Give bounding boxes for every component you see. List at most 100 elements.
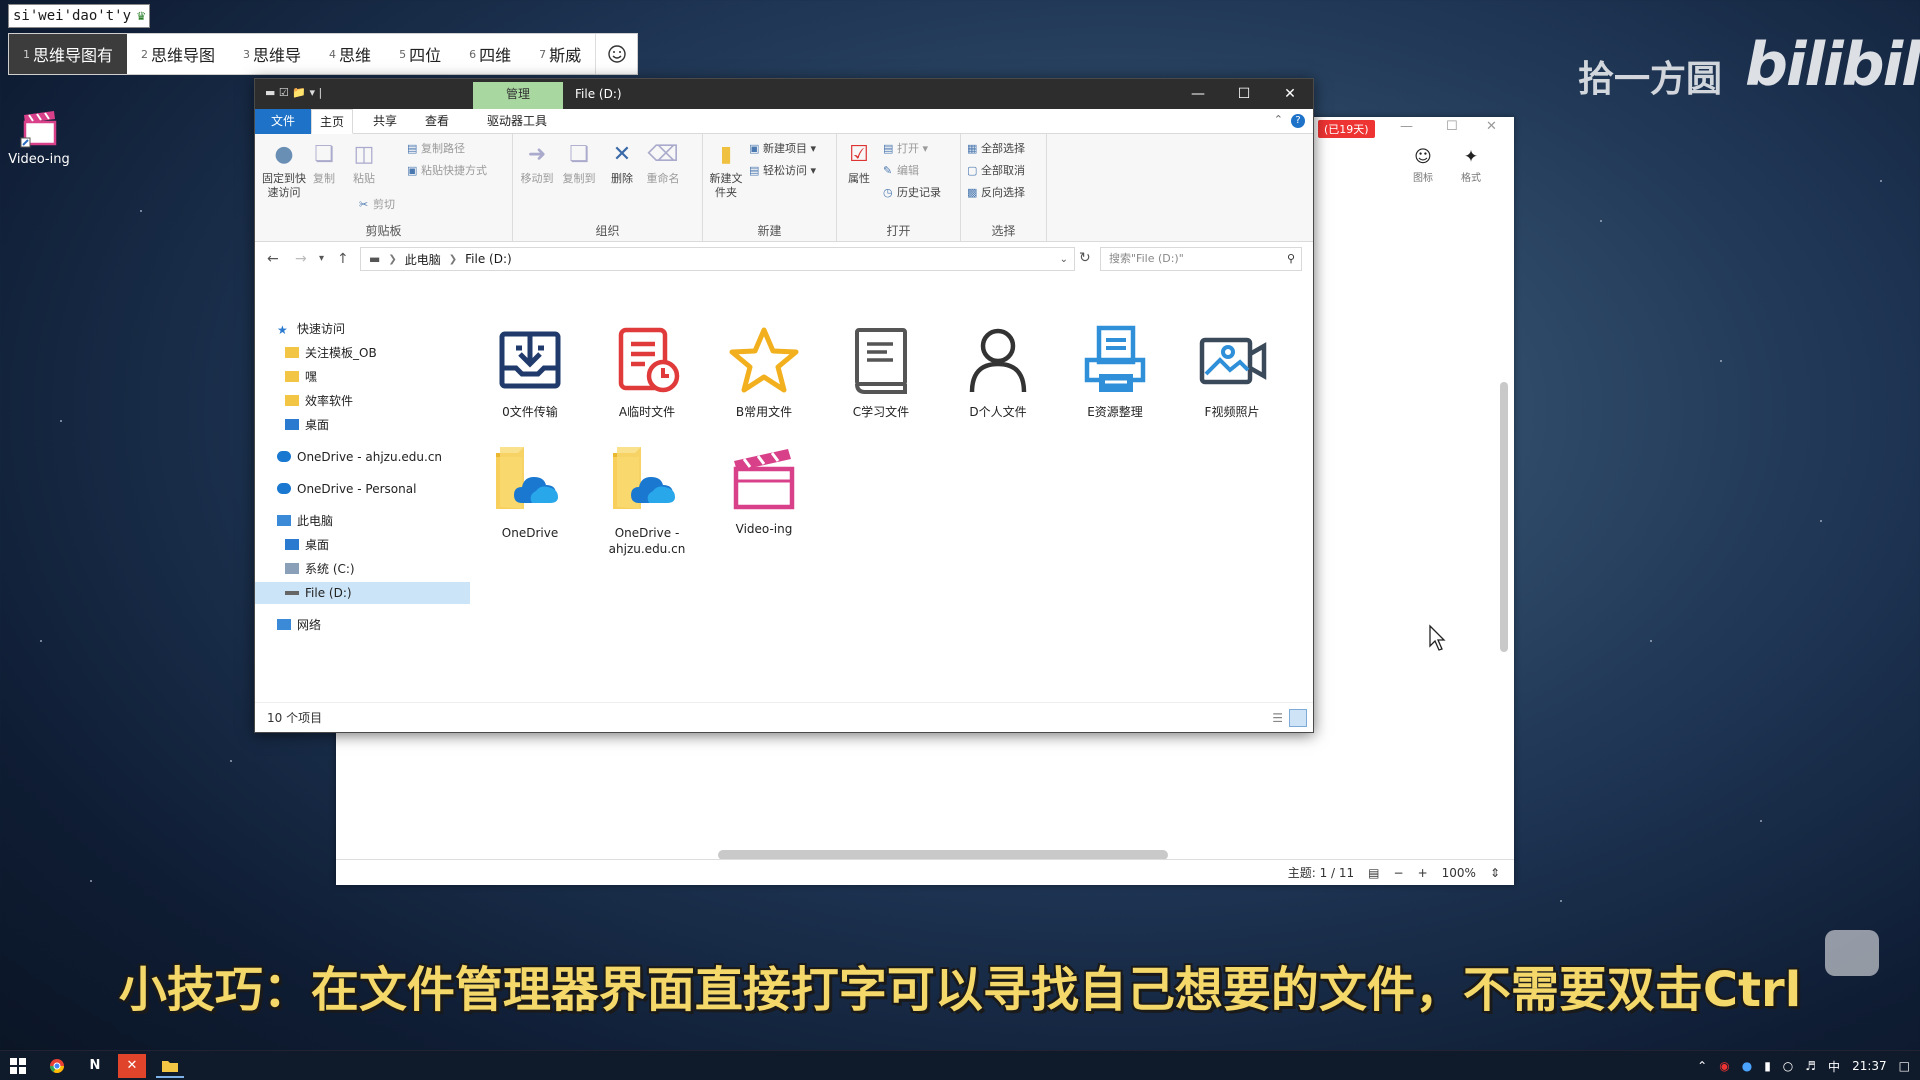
nav-desktop[interactable]: 桌面 xyxy=(285,414,329,436)
nav-drive-c[interactable]: 系统 (C:) xyxy=(285,558,355,580)
nav-drive-d[interactable]: File (D:) xyxy=(255,582,470,604)
nav-network[interactable]: 网络 xyxy=(277,614,321,636)
folder-item[interactable]: F视频照片 xyxy=(1177,324,1287,420)
copy-path-button[interactable]: ▤ 复制路径 xyxy=(407,140,465,158)
tab-home[interactable]: 主页 xyxy=(311,109,354,134)
windows-start-icon[interactable] xyxy=(6,1054,30,1078)
nav-folder[interactable]: 关注模板_OB xyxy=(285,342,377,364)
paste-shortcut-button[interactable]: ▣ 粘贴快捷方式 xyxy=(407,162,487,180)
nav-onedrive-edu[interactable]: OneDrive - ahjzu.edu.cn xyxy=(277,446,442,468)
search-box[interactable]: 搜索"File (D:)" ⚲ xyxy=(1100,247,1302,271)
select-none-button[interactable]: ▢ 全部取消 xyxy=(967,162,1025,180)
tab-manage[interactable]: 管理 xyxy=(473,82,563,109)
paste-button[interactable]: ◫ 粘贴 xyxy=(347,140,381,186)
ime-candidate[interactable]: 1 思维导图有 xyxy=(9,34,128,74)
close-button[interactable]: ✕ xyxy=(1267,79,1313,109)
rename-button[interactable]: ⌫ 重命名 xyxy=(643,140,683,186)
folder-item[interactable]: B常用文件 xyxy=(709,324,819,420)
nav-folder[interactable]: 效率软件 xyxy=(285,390,353,412)
new-folder-button[interactable]: ▮ 新建文件夹 xyxy=(707,140,745,200)
breadcrumb-drive[interactable]: File (D:) xyxy=(465,252,512,266)
bg-minimize-button[interactable]: — xyxy=(1400,119,1413,134)
bg-tool-icon[interactable]: ☺ 图标 xyxy=(1400,147,1446,184)
copy-button[interactable]: ❏ 复制 xyxy=(307,140,341,186)
record-icon[interactable]: ◉ xyxy=(1719,1059,1729,1073)
nav-onedrive-personal[interactable]: OneDrive - Personal xyxy=(277,478,416,500)
ime-candidate[interactable]: 4 思维 xyxy=(315,34,385,74)
help-icon[interactable]: ? xyxy=(1291,114,1305,128)
map-icon[interactable]: ▤ xyxy=(1368,866,1379,880)
notification-icon[interactable]: □ xyxy=(1899,1059,1910,1073)
ime-candidate[interactable]: 2 思维导图 xyxy=(127,34,229,74)
desktop-shortcut-video-ing[interactable]: Video-ing xyxy=(8,110,70,167)
folder-item[interactable]: OneDrive xyxy=(475,441,585,541)
history-button[interactable]: ◷ 历史记录 xyxy=(883,184,941,202)
folder-item[interactable]: C学习文件 xyxy=(826,324,936,420)
up-icon[interactable]: ↑ xyxy=(337,251,349,267)
large-icons-view-icon[interactable] xyxy=(1289,709,1307,727)
zoom-in-button[interactable]: + xyxy=(1418,866,1428,880)
minimize-button[interactable]: — xyxy=(1175,79,1221,109)
easy-access-button[interactable]: ▤ 轻松访问 ▾ xyxy=(749,162,816,180)
address-bar[interactable]: ▬ ❯ 此电脑 ❯ File (D:) ⌄ xyxy=(360,247,1075,271)
zoom-stepper-icon[interactable]: ⇕ xyxy=(1490,866,1500,880)
quick-access-toolbar-icon[interactable]: ▬ ☑ 📁 ▾ | xyxy=(265,86,322,99)
copy-to-button[interactable]: ❏ 复制到 xyxy=(559,140,599,186)
cut-button[interactable]: ✂ 剪切 xyxy=(359,196,395,214)
chrome-icon[interactable] xyxy=(44,1054,70,1078)
collapse-ribbon-icon[interactable]: ⌃ xyxy=(1274,113,1283,126)
nav-this-pc[interactable]: 此电脑 xyxy=(277,510,333,532)
refresh-icon[interactable]: ↻ xyxy=(1079,250,1091,266)
ime-candidate[interactable]: 5 四位 xyxy=(385,34,455,74)
details-view-icon[interactable]: ☰ xyxy=(1272,703,1283,733)
delete-button[interactable]: ✕ 删除 xyxy=(605,140,639,186)
pin-quick-access-button[interactable]: ● 固定到快速访问 xyxy=(261,140,307,200)
folder-item[interactable]: 0文件传输 xyxy=(475,324,585,420)
tab-view[interactable]: 查看 xyxy=(417,109,457,134)
bg-vertical-scrollbar[interactable] xyxy=(1500,382,1508,652)
breadcrumb-this-pc[interactable]: 此电脑 xyxy=(405,251,441,268)
address-dropdown-icon[interactable]: ⌄ xyxy=(1060,254,1074,265)
open-button[interactable]: ▤ 打开 ▾ xyxy=(883,140,928,158)
recent-locations-icon[interactable]: ▾ xyxy=(319,253,324,264)
folder-item[interactable]: OneDrive - ahjzu.edu.cn xyxy=(592,441,702,557)
properties-button[interactable]: ☑ 属性 xyxy=(841,140,877,186)
wifi-icon[interactable]: ○ xyxy=(1783,1059,1793,1073)
bg-maximize-button[interactable]: ☐ xyxy=(1446,119,1458,134)
chevron-up-icon[interactable]: ⌃ xyxy=(1697,1059,1707,1073)
nav-quick-access[interactable]: ★ 快速访问 xyxy=(277,318,345,340)
edit-button[interactable]: ✎ 编辑 xyxy=(883,162,919,180)
bg-close-button[interactable]: ✕ xyxy=(1486,119,1497,134)
bluetooth-icon[interactable]: ● xyxy=(1742,1059,1752,1073)
invert-selection-button[interactable]: ▩ 反向选择 xyxy=(967,184,1025,202)
nav-folder[interactable]: 嘿 xyxy=(285,366,317,388)
folder-item[interactable]: E资源整理 xyxy=(1060,324,1170,420)
zoom-out-button[interactable]: − xyxy=(1394,866,1404,880)
nav-desktop[interactable]: 桌面 xyxy=(285,534,329,556)
new-item-button[interactable]: ▣ 新建项目 ▾ xyxy=(749,140,816,158)
folder-item[interactable]: Video-ing xyxy=(709,441,819,537)
select-all-button[interactable]: ▦ 全部选择 xyxy=(967,140,1025,158)
notion-icon[interactable]: N xyxy=(82,1054,108,1078)
battery-icon[interactable]: ▮ xyxy=(1764,1059,1771,1073)
tab-file[interactable]: 文件 xyxy=(255,109,311,134)
tab-share[interactable]: 共享 xyxy=(365,109,405,134)
folder-item[interactable]: A临时文件 xyxy=(592,324,702,420)
volume-icon[interactable]: ♬ xyxy=(1805,1059,1816,1073)
ime-candidate[interactable]: 7 斯威 xyxy=(525,34,595,74)
maximize-button[interactable]: ☐ xyxy=(1221,79,1267,109)
ime-mode[interactable]: 中 xyxy=(1828,1058,1840,1075)
tab-drive-tools[interactable]: 驱动器工具 xyxy=(479,109,555,134)
ime-candidate[interactable]: 6 四维 xyxy=(455,34,525,74)
xmind-icon[interactable]: ✕ xyxy=(118,1054,146,1078)
emoji-icon[interactable] xyxy=(595,34,637,74)
folder-item[interactable]: D个人文件 xyxy=(943,324,1053,420)
ime-candidate[interactable]: 3 思维导 xyxy=(229,34,315,74)
file-explorer-taskbar-icon[interactable] xyxy=(156,1054,184,1078)
bg-tool-format[interactable]: ✦ 格式 xyxy=(1448,147,1494,184)
clock[interactable]: 21:37 xyxy=(1852,1059,1887,1073)
forward-icon[interactable]: → xyxy=(295,251,307,267)
back-icon[interactable]: ← xyxy=(267,251,279,267)
title-bar[interactable]: ▬ ☑ 📁 ▾ | 管理 File (D:) — ☐ ✕ xyxy=(255,79,1313,109)
move-to-button[interactable]: ➜ 移动到 xyxy=(517,140,557,186)
